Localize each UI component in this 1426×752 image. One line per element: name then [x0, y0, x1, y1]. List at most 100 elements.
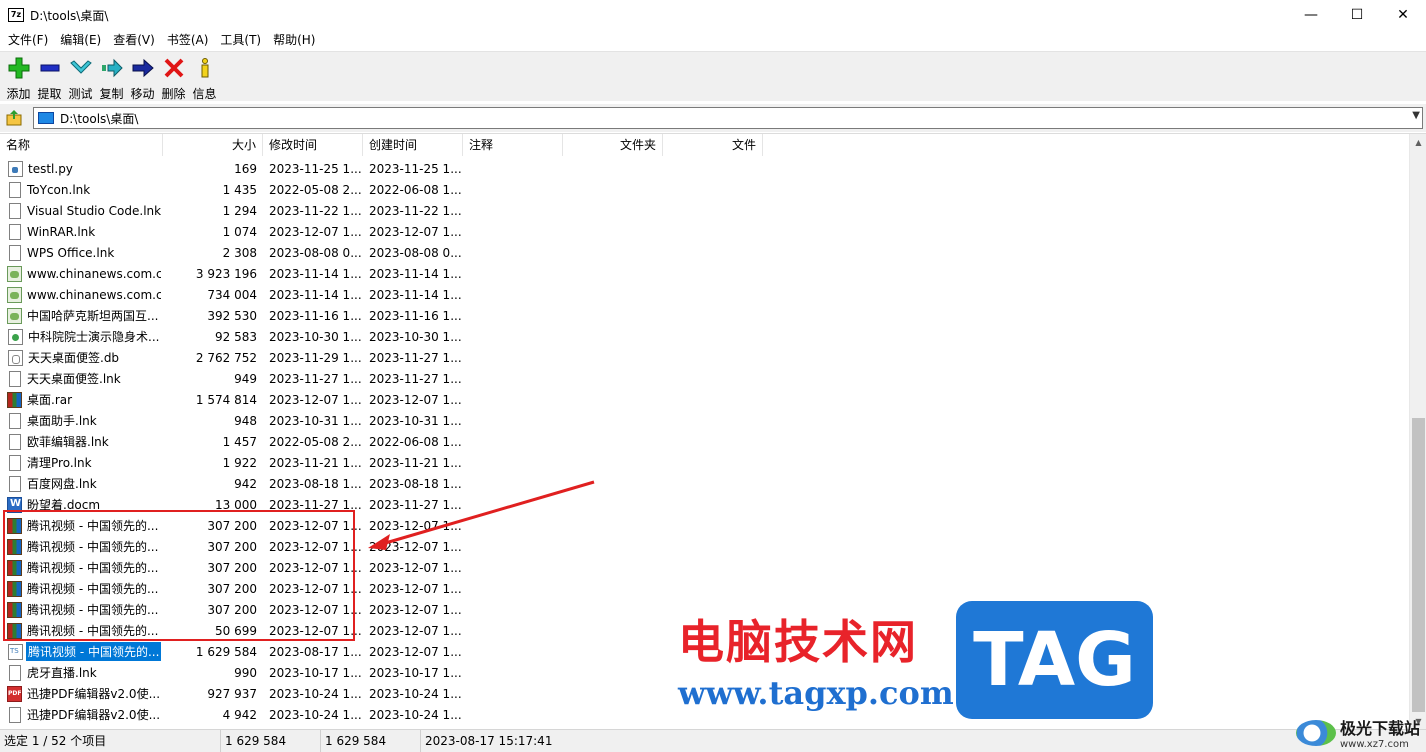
menu-bookmarks[interactable]: 书签(A)	[161, 30, 215, 51]
table-row[interactable]: WPS Office.lnk 2 308 2023-08-08 0... 2023-0…	[0, 242, 1408, 263]
table-row[interactable]: 中国哈萨克斯坦两国互... 392 530 2023-11-16 1... 2023-…	[0, 305, 1408, 326]
file-size: 949	[234, 371, 257, 386]
file-name: WPS Office.lnk	[27, 245, 115, 260]
menu-help[interactable]: 帮助(H)	[267, 30, 321, 51]
doc-file-icon	[9, 223, 21, 240]
file-modified: 2023-12-07 1...	[269, 392, 362, 407]
scroll-thumb[interactable]	[1412, 418, 1425, 712]
column-comment[interactable]: 注释	[463, 134, 563, 156]
test-button[interactable]: 测试	[65, 52, 96, 102]
file-name: 腾讯视频 - 中国领先的...	[26, 642, 161, 661]
copy-label: 复制	[99, 87, 124, 101]
up-folder-button[interactable]	[3, 107, 25, 129]
file-size: 3 923 196	[195, 266, 257, 281]
file-created: 2022-06-08 1...	[369, 182, 462, 197]
file-created: 2023-12-07 1...	[369, 581, 462, 596]
file-size: 1 574 814	[195, 392, 257, 407]
doc-file-icon	[9, 454, 21, 471]
column-modified[interactable]: 修改时间	[263, 134, 363, 156]
copy-icon	[100, 56, 124, 80]
menu-edit[interactable]: 编辑(E)	[54, 30, 107, 51]
table-row[interactable]: 桌面助手.lnk 948 2023-10-31 1... 2023-10-31 1..…	[0, 410, 1408, 431]
menu-file[interactable]: 文件(F)	[2, 30, 54, 51]
extract-label: 提取	[37, 87, 62, 101]
file-name-cell: 腾讯视频 - 中国领先的...	[0, 642, 163, 661]
menu-view[interactable]: 查看(V)	[107, 30, 161, 51]
table-row[interactable]: 中科院院士演示隐身术... 92 583 2023-10-30 1... 2023-1…	[0, 326, 1408, 347]
column-size[interactable]: 大小	[163, 134, 263, 156]
table-row[interactable]: ToYcon.lnk 1 435 2022-05-08 2... 2022-06-08…	[0, 179, 1408, 200]
info-button[interactable]: 信息	[189, 52, 220, 102]
file-name-cell: WPS Office.lnk	[0, 244, 163, 261]
add-button[interactable]: 添加	[3, 52, 34, 102]
address-row: D:\tools\桌面\ ▼	[0, 104, 1426, 132]
file-modified: 2023-11-16 1...	[269, 308, 362, 323]
file-name: 欧菲编辑器.lnk	[27, 435, 109, 449]
table-row[interactable]: 百度网盘.lnk 942 2023-08-18 1... 2023-08-18 1..…	[0, 473, 1408, 494]
file-name: 百度网盘.lnk	[27, 477, 97, 491]
file-name: 天天桌面便签.lnk	[27, 372, 121, 386]
menu-tools[interactable]: 工具(T)	[214, 30, 267, 51]
file-modified: 2023-11-27 1...	[269, 371, 362, 386]
file-modified: 2023-10-24 1...	[269, 707, 362, 722]
table-row[interactable]: www.chinanews.com.c... 3 923 196 2023-11-1…	[0, 263, 1408, 284]
close-button[interactable]: ✕	[1380, 0, 1426, 30]
watermark-tag-logo: TAG	[956, 601, 1153, 719]
edge-file-icon	[8, 328, 23, 345]
column-folders[interactable]: 文件夹	[563, 134, 663, 156]
address-field[interactable]: D:\tools\桌面\ ▼	[33, 107, 1423, 129]
table-row[interactable]: 桌面.rar 1 574 814 2023-12-07 1... 2023-12-07…	[0, 389, 1408, 410]
file-size: 1 922	[222, 455, 257, 470]
file-created: 2023-10-31 1...	[369, 413, 462, 428]
watermark-text: 电脑技术网	[678, 615, 918, 669]
file-modified: 2023-11-14 1...	[269, 287, 362, 302]
table-row[interactable]: 天天桌面便签.db 2 762 752 2023-11-29 1... 2023-11…	[0, 347, 1408, 368]
file-created: 2023-12-07 1...	[369, 560, 462, 575]
file-name-cell: 虎牙直播.lnk	[0, 663, 163, 682]
file-name: Visual Studio Code.lnk	[27, 203, 161, 218]
table-row[interactable]: 清理Pro.lnk 1 922 2023-11-21 1... 2023-11-21 …	[0, 452, 1408, 473]
maximize-button[interactable]: ☐	[1334, 0, 1380, 30]
table-row[interactable]: Visual Studio Code.lnk 1 294 2023-11-22 1.…	[0, 200, 1408, 221]
add-label: 添加	[6, 87, 31, 101]
table-row[interactable]: testl.py 169 2023-11-25 1... 2023-11-25 1..…	[0, 158, 1408, 179]
vertical-scrollbar[interactable]: ▲ ▼	[1409, 134, 1426, 729]
table-row[interactable]: 天天桌面便签.lnk 949 2023-11-27 1... 2023-11-27 1…	[0, 368, 1408, 389]
file-modified: 2023-11-25 1...	[269, 161, 362, 176]
file-created: 2023-10-24 1...	[369, 707, 462, 722]
copy-button[interactable]: 复制	[96, 52, 127, 102]
file-size: 734 004	[207, 287, 257, 302]
delete-button[interactable]: 删除	[158, 52, 189, 102]
db-file-icon	[8, 349, 23, 366]
extract-button[interactable]: 提取	[34, 52, 65, 102]
file-modified: 2023-10-30 1...	[269, 329, 362, 344]
file-modified: 2022-05-08 2...	[269, 182, 362, 197]
pdf-file-icon	[7, 685, 22, 702]
add-icon	[7, 56, 31, 80]
column-created[interactable]: 创建时间	[363, 134, 463, 156]
scroll-up-icon[interactable]: ▲	[1410, 134, 1426, 151]
file-created: 2023-11-14 1...	[369, 287, 462, 302]
file-size: 1 435	[222, 182, 257, 197]
file-size: 1 074	[222, 224, 257, 239]
table-row[interactable]: www.chinanews.com.c... 734 004 2023-11-14 …	[0, 284, 1408, 305]
file-size: 948	[234, 413, 257, 428]
file-created: 2023-11-22 1...	[369, 203, 462, 218]
file-modified: 2023-08-18 1...	[269, 476, 362, 491]
test-icon	[69, 56, 93, 80]
drive-icon	[38, 112, 54, 124]
file-created: 2023-10-24 1...	[369, 686, 462, 701]
column-name[interactable]: 名称	[0, 134, 163, 156]
file-created: 2023-12-07 1...	[369, 644, 462, 659]
column-files[interactable]: 文件	[663, 134, 763, 156]
file-name: www.chinanews.com.c...	[27, 287, 161, 302]
move-button[interactable]: 移动	[127, 52, 158, 102]
file-size: 990	[234, 665, 257, 680]
table-row[interactable]: WinRAR.lnk 1 074 2023-12-07 1... 2023-12-07…	[0, 221, 1408, 242]
table-row[interactable]: 欧菲编辑器.lnk 1 457 2022-05-08 2... 2022-06-08 …	[0, 431, 1408, 452]
file-modified: 2023-10-17 1...	[269, 665, 362, 680]
chevron-down-icon[interactable]: ▼	[1412, 110, 1420, 121]
file-created: 2023-08-08 0...	[369, 245, 462, 260]
file-modified: 2023-10-31 1...	[269, 413, 362, 428]
minimize-button[interactable]: —	[1288, 0, 1334, 30]
